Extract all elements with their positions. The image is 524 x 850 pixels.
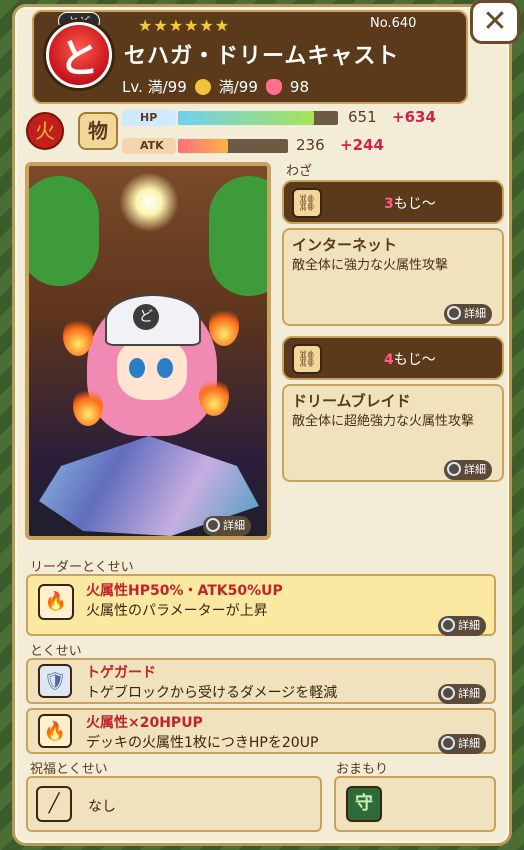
charm-slot[interactable]: 守 [334, 776, 496, 832]
empty-slot-icon: ╱ [36, 786, 72, 822]
blessing-title: 祝福とくせい [30, 762, 108, 777]
skill-2-moji: 4もじ～ [384, 352, 436, 368]
leader-detail-button[interactable]: 詳細 [438, 616, 486, 636]
leader-name: 火属性HP50%・ATK50%UP [86, 583, 283, 599]
close-button[interactable]: ✕ [470, 0, 520, 44]
light-burst [119, 172, 179, 232]
hp-bonus: +634 [392, 108, 436, 126]
leader-desc: 火属性のパラメーターが上昇 [86, 603, 268, 619]
tokusei-1-desc: トゲブロックから受けるダメージを軽減 [86, 685, 338, 701]
hp-label: HP [122, 110, 176, 126]
charm-icon: 守 [346, 786, 382, 822]
chain-icon: ⛓ [292, 344, 322, 374]
skill-1-header: ⛓ 3もじ～ [282, 180, 504, 224]
fire-heart-icon: 🔥 [38, 584, 74, 620]
flame-effect [63, 316, 93, 356]
tokusei-2-detail-button[interactable]: 詳細 [438, 734, 486, 754]
leader-ability: 🔥 火属性HP50%・ATK50%UP 火属性のパラメーターが上昇 詳細 [26, 574, 496, 636]
tree-left [29, 176, 99, 286]
skill-1-desc: 敵全体に強力な火属性攻撃 [292, 258, 449, 273]
atk-bar-fill [178, 139, 228, 153]
flame-effect [73, 386, 103, 426]
magnifier-icon [441, 618, 455, 632]
tokusei-1: 🛡 トゲガード トゲブロックから受けるダメージを軽減 詳細 [26, 658, 496, 704]
waza-title: わざ [286, 164, 313, 179]
tokusei-1-name: トゲガード [86, 665, 156, 681]
magnifier-icon [447, 306, 461, 320]
heart-count: 98 [289, 77, 309, 96]
leader-title: リーダーとくせい [30, 560, 134, 575]
character-eye-right [157, 358, 173, 378]
atk-value: 236 [296, 136, 325, 154]
helmet-mark: ど [133, 304, 159, 330]
close-icon: ✕ [482, 4, 508, 39]
skill-1-name: インターネット [292, 236, 398, 254]
skill-2-desc: 敵全体に超絶強力な火属性攻撃 [292, 414, 475, 429]
level-text: Lv. 満/99 [122, 78, 187, 96]
tokusei-title: とくせい [30, 644, 82, 659]
kana-badge: と [46, 22, 112, 88]
fire-element-icon: 火 [26, 112, 64, 150]
unit-name: セハガ・ドリームキャスト [124, 44, 400, 69]
magnifier-icon [447, 462, 461, 476]
tokusei-2: 🔥 火属性×20HPUP デッキの火属性1枚につきHPを20UP 詳細 [26, 708, 496, 754]
magnifier-icon [441, 686, 455, 700]
level-row: Lv. 満/99 満/99 98 [122, 76, 309, 97]
atk-label: ATK [122, 138, 176, 154]
skill-2-detail-button[interactable]: 詳細 [444, 460, 492, 480]
tokusei-2-desc: デッキの火属性1枚につきHPを20UP [86, 735, 319, 751]
flame-effect [199, 376, 229, 416]
charm-title: おまもり [336, 762, 389, 777]
skill-1-moji: 3もじ～ [384, 196, 436, 212]
character-face [117, 338, 187, 400]
skill-2-header: ⛓ 4もじ～ [282, 336, 504, 380]
skill-2-body: ドリームブレイド 敵全体に超絶強力な火属性攻撃 詳細 [282, 384, 504, 482]
attack-type-badge: 物 [78, 112, 118, 150]
skill-2-name: ドリームブレイド [292, 392, 411, 410]
magnifier-icon [441, 736, 455, 750]
rarity-stars: ★★★★★★ [138, 16, 231, 35]
skill-level-text: 満/99 [218, 78, 258, 96]
unit-number: No.640 [370, 16, 417, 31]
chain-icon: ⛓ [292, 188, 322, 218]
skill-level-icon [194, 78, 211, 95]
atk-bonus: +244 [340, 136, 384, 154]
tokusei-1-detail-button[interactable]: 詳細 [438, 684, 486, 704]
tree-right [209, 176, 267, 296]
blessing-slot[interactable]: ╱ なし [26, 776, 322, 832]
skill-1-body: インターネット 敵全体に強力な火属性攻撃 詳細 [282, 228, 504, 326]
shield-icon: 🛡 [38, 664, 72, 698]
hp-bar-fill [178, 111, 314, 125]
flame-effect [209, 306, 239, 346]
blessing-value: なし [88, 799, 116, 815]
skill-1-detail-button[interactable]: 詳細 [444, 304, 492, 324]
character-portrait[interactable]: ど 詳細 [25, 162, 271, 540]
portrait-detail-button[interactable]: 詳細 [203, 516, 251, 536]
magnifier-icon [206, 518, 220, 532]
fire-heart-icon: 🔥 [38, 714, 72, 748]
hp-value: 651 [348, 108, 377, 126]
heart-icon [265, 78, 282, 95]
tokusei-2-name: 火属性×20HPUP [86, 715, 203, 731]
character-eye-left [129, 358, 145, 378]
